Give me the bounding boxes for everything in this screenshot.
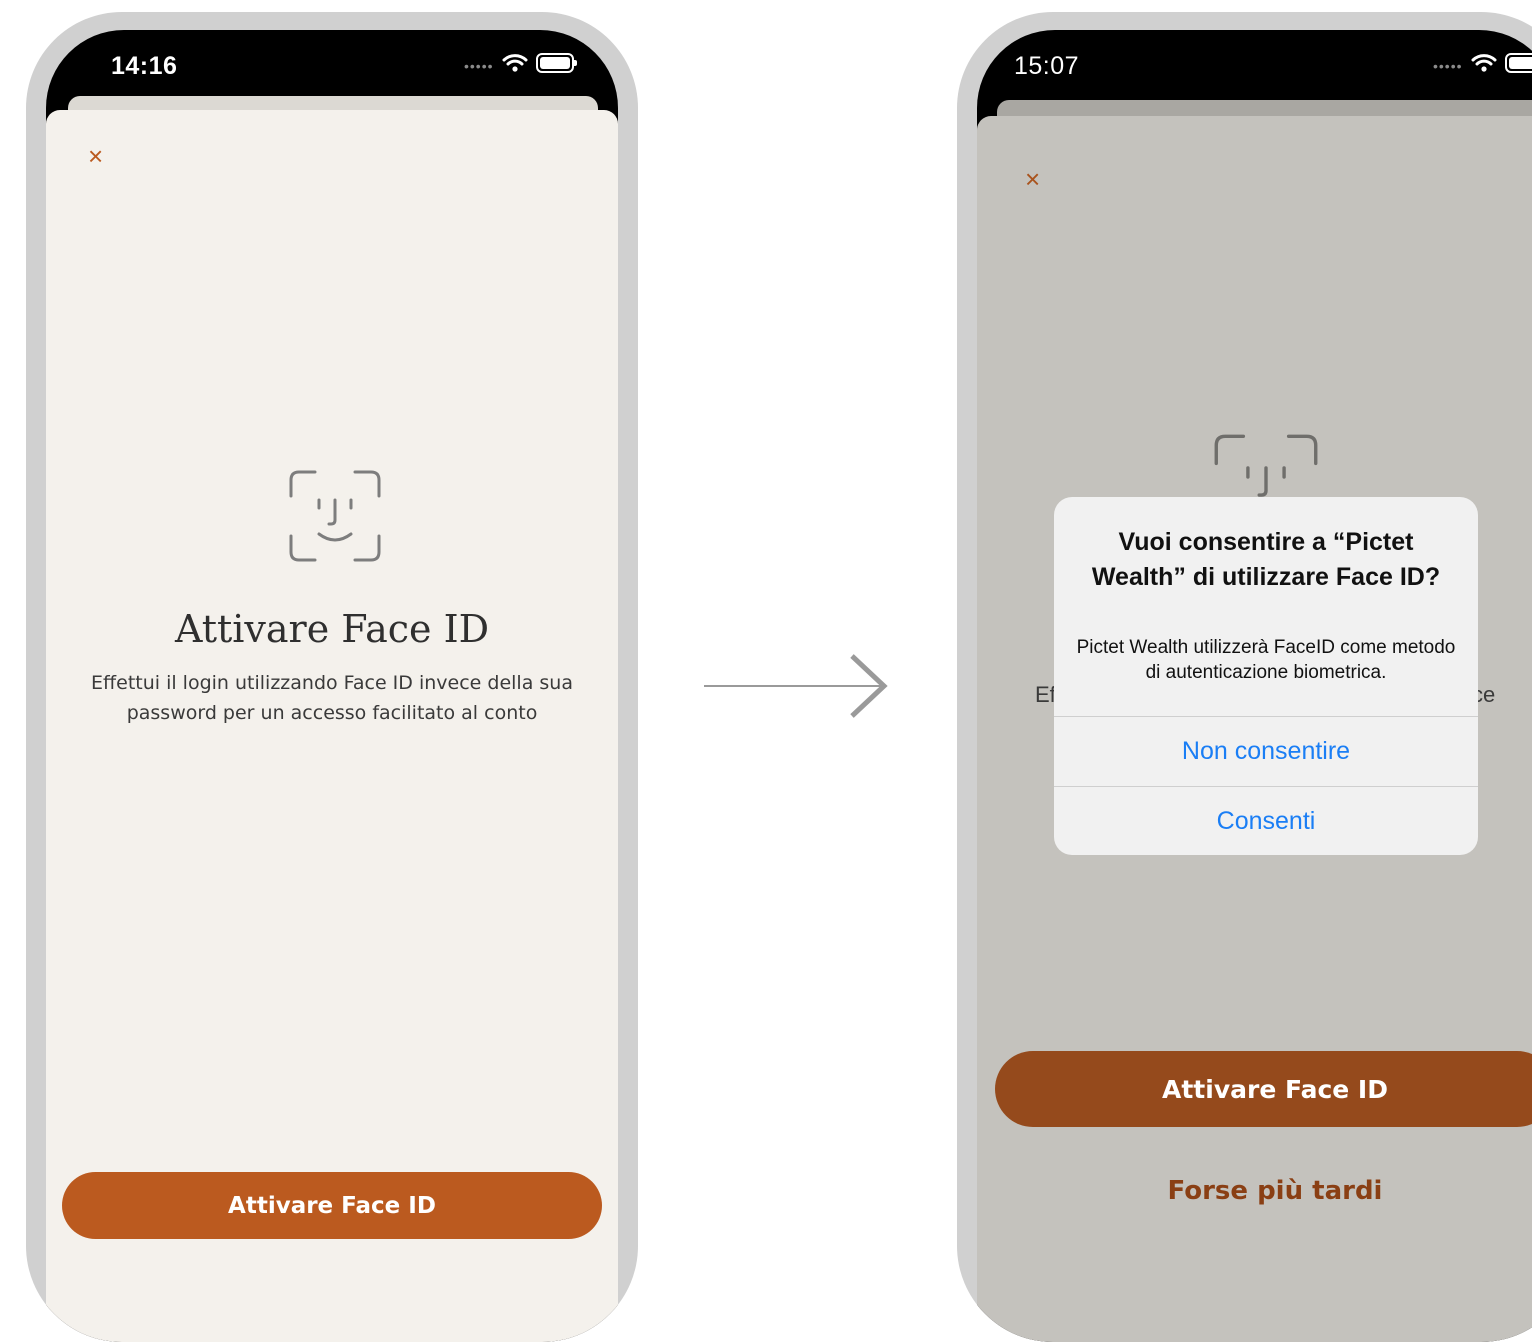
phone-frame-after: 15:07 ••••• × Ef ce Attivare Face ID For… bbox=[957, 12, 1532, 1342]
status-bar: 15:07 ••••• bbox=[977, 30, 1532, 110]
status-time: 14:16 bbox=[111, 52, 178, 80]
modal-sheet: × Attivare Face ID Effettui il login uti… bbox=[46, 110, 618, 1342]
status-time: 15:07 bbox=[1014, 52, 1080, 80]
signal-icon: ••••• bbox=[464, 58, 494, 74]
phone-screen: 14:16 ••••• × Attivare Face ID Effettui … bbox=[46, 30, 618, 1342]
faceid-icon bbox=[289, 470, 381, 562]
maybe-later-button[interactable]: Forse più tardi bbox=[995, 1176, 1532, 1206]
activate-faceid-button[interactable]: Attivare Face ID bbox=[62, 1172, 602, 1239]
phone-frame-before: 14:16 ••••• × Attivare Face ID Effettui … bbox=[26, 12, 638, 1342]
obscured-description-left: Ef bbox=[1035, 682, 1056, 707]
signal-icon: ••••• bbox=[1433, 58, 1463, 74]
modal-sheet-dimmed: × Ef ce Attivare Face ID Forse più tardi… bbox=[977, 116, 1532, 1342]
arrow-right-icon bbox=[704, 654, 888, 718]
dialog-message: Pictet Wealth utilizzerà FaceID come met… bbox=[1076, 637, 1456, 683]
close-icon[interactable]: × bbox=[88, 143, 103, 169]
battery-icon bbox=[535, 53, 577, 73]
dialog-title: Vuoi consentire a “Pictet Wealth” di uti… bbox=[1091, 528, 1441, 591]
dont-allow-button[interactable]: Non consentire bbox=[1054, 716, 1478, 786]
close-icon[interactable]: × bbox=[1025, 166, 1040, 192]
battery-icon bbox=[1504, 53, 1532, 73]
page-description: Effettui il login utilizzando Face ID in… bbox=[91, 672, 573, 724]
activate-faceid-button[interactable]: Attivare Face ID bbox=[995, 1051, 1532, 1127]
wifi-icon bbox=[502, 54, 528, 72]
wifi-icon bbox=[1471, 54, 1497, 72]
faceid-permission-dialog: Vuoi consentire a “Pictet Wealth” di uti… bbox=[1054, 497, 1478, 855]
phone-screen: 15:07 ••••• × Ef ce Attivare Face ID For… bbox=[977, 30, 1532, 1342]
status-icons: ••••• bbox=[464, 52, 577, 74]
allow-button[interactable]: Consenti bbox=[1054, 786, 1478, 855]
status-icons: ••••• bbox=[1433, 52, 1532, 74]
page-title: Attivare Face ID bbox=[174, 607, 490, 651]
